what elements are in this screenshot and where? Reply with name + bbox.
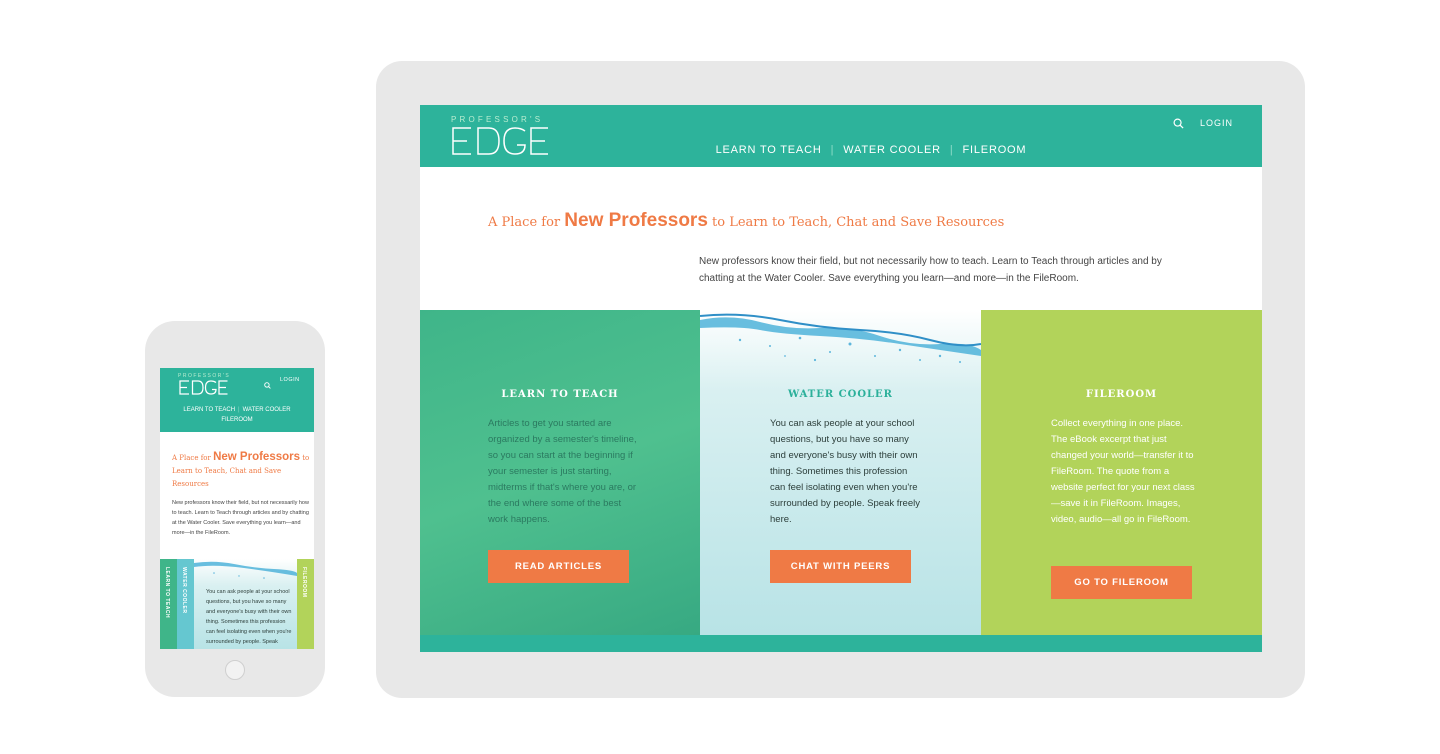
tab-water-cooler[interactable]: WATER COOLER: [177, 559, 194, 649]
tab-label: LEARN TO TEACH: [164, 567, 170, 619]
mobile-panels: LEARN TO TEACH WATER COOLER You can ask …: [160, 559, 314, 649]
nav-learn-to-teach[interactable]: LEARN TO TEACH: [183, 407, 235, 413]
intro-heading: A Place for New Professors to Learn to T…: [488, 210, 1188, 232]
mobile-intro-body: New professors know their field, but not…: [172, 500, 309, 536]
mobile-intro-heading: A Place for New Professors to Learn to T…: [172, 451, 312, 491]
panel-title: FILEROOM: [1085, 389, 1158, 400]
nav-separator: |: [949, 144, 954, 156]
panel-text: You can ask people at your school questi…: [206, 589, 292, 645]
nav-learn-to-teach[interactable]: LEARN TO TEACH: [716, 144, 822, 156]
login-link[interactable]: LOGIN: [280, 377, 300, 383]
nav-water-cooler[interactable]: WATER COOLER: [843, 144, 941, 156]
mobile-header: PROFESSOR'S LOGIN LEARN TO TEACH | WATER C…: [160, 368, 314, 432]
panel-text: You can ask people at your school questi…: [770, 418, 920, 525]
nav-water-cooler[interactable]: WATER COOLER: [243, 407, 291, 413]
read-articles-button[interactable]: READ ARTICLES: [488, 550, 629, 583]
tablet-screen: PROFESSOR'S LOGIN LEARN TO TEACH | WATER…: [420, 105, 1262, 652]
login-link[interactable]: LOGIN: [1200, 118, 1233, 128]
search-icon[interactable]: [264, 376, 271, 394]
intro-heading-emphasis: New Professors: [213, 451, 301, 463]
mobile-nav-row: LEARN TO TEACH | WATER COOLER: [160, 407, 314, 413]
feature-panels: LEARN TO TEACH Articles to get you start…: [420, 310, 1262, 635]
panel-learn-to-teach: LEARN TO TEACH Articles to get you start…: [420, 310, 700, 635]
site-footer-strip: [420, 635, 1262, 652]
panel-text: Articles to get you started are organize…: [488, 418, 637, 525]
go-to-fileroom-button[interactable]: GO TO FILEROOM: [1051, 566, 1192, 599]
tab-label: WATER COOLER: [181, 567, 187, 614]
home-button[interactable]: [225, 660, 245, 680]
nav-separator: |: [238, 407, 240, 413]
intro-heading-suffix: to Learn to Teach, Chat and Save Resourc…: [707, 215, 1005, 230]
logo-edge-mark: [179, 380, 228, 395]
tab-learn-to-teach[interactable]: LEARN TO TEACH: [160, 559, 177, 649]
site-header: PROFESSOR'S LOGIN LEARN TO TEACH | WATER…: [420, 105, 1262, 167]
logo-top-text: PROFESSOR'S: [451, 115, 544, 124]
tab-fileroom[interactable]: FILEROOM: [297, 559, 314, 649]
phone-screen: PROFESSOR'S LOGIN LEARN TO TEACH | WATER C…: [160, 368, 314, 649]
panel-water-cooler: WATER COOLER You can ask people at your …: [700, 310, 981, 635]
water-splash-image: [700, 313, 981, 363]
water-splash-image: [194, 561, 297, 579]
nav-fileroom[interactable]: FILEROOM: [160, 417, 314, 423]
panel-title: WATER COOLER: [787, 389, 893, 400]
intro-body: New professors know their field, but not…: [699, 256, 1162, 284]
panel-title: LEARN TO TEACH: [501, 389, 619, 400]
panel-text: Collect everything in one place. The eBo…: [1051, 418, 1195, 525]
intro-heading-prefix: A Place for: [172, 454, 214, 462]
panel-fileroom: FILEROOM Collect everything in one place…: [981, 310, 1262, 635]
intro-heading-prefix: A Place for: [488, 215, 565, 230]
search-icon[interactable]: [1173, 116, 1184, 134]
phone-device: PROFESSOR'S LOGIN LEARN TO TEACH | WATER C…: [145, 321, 325, 697]
chat-with-peers-button[interactable]: CHAT WITH PEERS: [770, 550, 911, 583]
tab-label: FILEROOM: [301, 567, 307, 598]
tablet-device: PROFESSOR'S LOGIN LEARN TO TEACH | WATER…: [376, 61, 1305, 698]
main-nav: LEARN TO TEACH | WATER COOLER | FILEROOM: [420, 144, 1262, 156]
logo-top-text: PROFESSOR'S: [178, 373, 231, 379]
intro-heading-emphasis: New Professors: [564, 210, 708, 231]
nav-separator: |: [830, 144, 835, 156]
nav-fileroom[interactable]: FILEROOM: [963, 144, 1027, 156]
mobile-water-cooler-panel: You can ask people at your school questi…: [194, 559, 297, 649]
